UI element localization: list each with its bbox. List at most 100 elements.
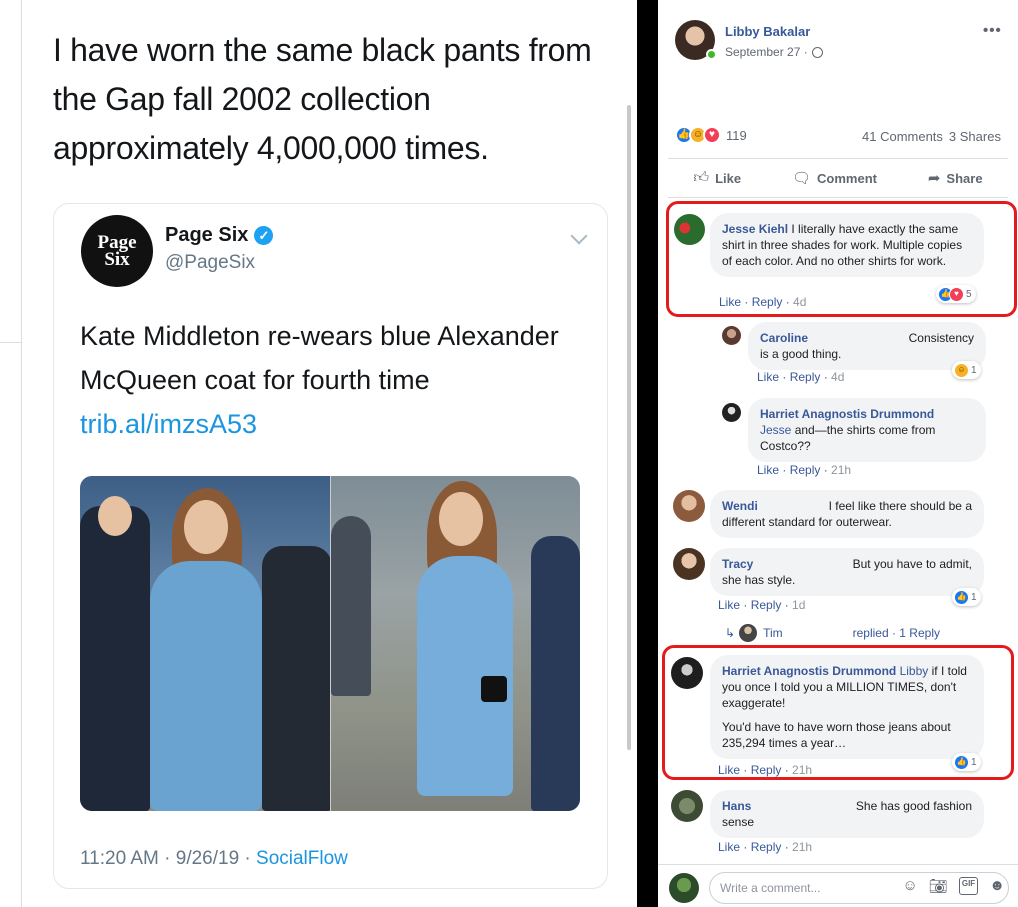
comment-bubble: Harriet Anagnostis Drummond Libby if I t… — [710, 655, 984, 759]
photo-figure-coat — [150, 561, 262, 811]
comment-author[interactable]: Harriet Anagnostis Drummond — [760, 406, 974, 422]
comment-time[interactable]: 21h — [831, 463, 851, 477]
comment-reply-link[interactable]: Reply — [790, 370, 821, 384]
tweet-photo[interactable] — [80, 476, 580, 811]
more-options-icon[interactable]: ••• — [983, 22, 1002, 39]
embedded-tweet[interactable]: Page Six Page Six ✓ @PageSix Kate Middle… — [53, 203, 608, 889]
like-button[interactable]: 👍︎ Like — [693, 169, 741, 187]
verified-icon: ✓ — [254, 226, 274, 245]
chevron-down-icon[interactable] — [570, 227, 588, 245]
photo-clutch — [481, 676, 507, 702]
comment-time[interactable]: 4d — [831, 370, 844, 384]
comment-reactions[interactable]: 👍 1 — [952, 588, 981, 606]
comment-time[interactable]: 21h — [792, 763, 812, 777]
comment-author[interactable]: Hans — [722, 798, 751, 814]
gif-icon[interactable]: GIF — [958, 877, 979, 895]
share-button[interactable]: ➦ Share — [928, 169, 983, 187]
comment-icon: 🗨︎ — [791, 170, 812, 187]
comment-like-link[interactable]: Like — [718, 840, 740, 854]
tweet-body: Kate Middleton re-wears blue Alexander M… — [80, 321, 559, 439]
action-bar: 👍︎ Like 🗨︎ Comment ➦ Share — [668, 158, 1008, 198]
sticker-icon[interactable]: ☻ — [989, 877, 1005, 895]
comment-actions: Like · Reply · 21h — [757, 463, 852, 477]
camera-icon[interactable]: 📷︎ — [929, 877, 948, 895]
tweet-screenshot: I have worn the same black pants from th… — [21, 0, 637, 907]
avatar[interactable] — [722, 326, 741, 345]
comment-actions: Like · Reply · 21h — [718, 840, 813, 854]
comment-text: she has style. — [722, 573, 796, 587]
comment-author[interactable]: Tracy — [722, 556, 753, 572]
reactions-summary[interactable]: 👍 ☺ ♥ 119 — [675, 126, 747, 144]
comment-author[interactable]: Wendi — [722, 498, 758, 514]
share-arrow-icon: ➦ — [927, 170, 941, 187]
comment-time[interactable]: 21h — [792, 840, 812, 854]
avatar[interactable] — [671, 790, 703, 822]
comment-reactions[interactable]: 👍 ♥ 5 — [936, 285, 976, 303]
like-reaction-icon: 👍 — [954, 754, 969, 770]
photo-figure-officer — [80, 506, 150, 811]
divider — [637, 0, 658, 907]
comment-bubble: Harriet Anagnostis Drummond Jesse and—th… — [748, 398, 986, 462]
comment-actions: Like · Reply · 4d — [719, 295, 807, 309]
comments-count-link[interactable]: 41 Comments — [862, 129, 943, 144]
avatar[interactable] — [671, 657, 703, 689]
facebook-post: Libby Bakalar September 27 · ••• 👍 ☺ ♥ 1… — [658, 0, 1018, 907]
love-reaction-icon: ♥ — [949, 286, 964, 302]
comment-text: I feel like there should be a — [828, 499, 972, 513]
comment-like-link[interactable]: Like — [719, 295, 741, 309]
shares-count-link[interactable]: 3 Shares — [949, 129, 1001, 144]
comment-reactions[interactable]: 👍 1 — [952, 753, 981, 771]
comment-reply-link[interactable]: Reply — [790, 463, 821, 477]
comment-bubble: Caroline Consistency is a good thing. — [748, 322, 986, 370]
comment-actions: Like · Reply · 21h — [718, 763, 813, 777]
tweet-author-name: Page Six — [165, 224, 249, 246]
comment-time[interactable]: 4d — [793, 295, 806, 309]
comment-bubble: Tracy But you have to admit, she has styl… — [710, 548, 984, 596]
tweet-meta: 11:20 AM · 9/26/19 · SocialFlow — [80, 848, 348, 869]
comment-like-link[interactable]: Like — [718, 763, 740, 777]
comment-author[interactable]: Harriet Anagnostis Drummond — [722, 664, 896, 678]
avatar[interactable] — [673, 548, 705, 580]
comment-text: You'd have to have worn those jeans abou… — [722, 720, 951, 750]
tweet-author-row: Page Six ✓ — [165, 224, 274, 247]
comment-text: She has good fashion — [855, 799, 972, 813]
comment-composer: Write a comment... ☺ 📷︎ GIF ☻ — [658, 864, 1018, 907]
comment-author[interactable]: Jesse Kiehl — [722, 222, 788, 236]
reaction-count: 119 — [726, 127, 747, 143]
avatar[interactable] — [722, 403, 741, 422]
avatar[interactable] — [673, 490, 705, 522]
comment-mention[interactable]: Jesse — [760, 423, 791, 437]
comment-reply-link[interactable]: Reply — [751, 840, 782, 854]
reply-arrow-icon: ↳ — [725, 626, 736, 640]
quote-text: I have worn the same black pants from th… — [53, 32, 592, 166]
view-replies-link[interactable]: ↳ Tim replied · 1 Reply — [725, 624, 940, 642]
avatar[interactable] — [674, 214, 705, 245]
avatar — [739, 624, 758, 642]
scrollbar[interactable] — [627, 105, 631, 750]
tweet-link[interactable]: trib.al/imzsA53 — [80, 409, 257, 439]
emoji-icon[interactable]: ☺ — [902, 877, 917, 895]
comment-reply-link[interactable]: Reply — [751, 763, 782, 777]
comment-text: But you have to admit, — [852, 557, 972, 571]
post-author[interactable]: Libby Bakalar — [725, 24, 810, 39]
post-date[interactable]: September 27 · — [725, 45, 808, 59]
tweet-source-link[interactable]: SocialFlow — [256, 848, 348, 869]
comment-reply-link[interactable]: Reply — [752, 295, 783, 309]
globe-icon — [811, 46, 823, 58]
comment-text: different standard for outerwear. — [722, 515, 892, 529]
tweet-author-handle: @PageSix — [165, 252, 256, 273]
comment-like-link[interactable]: Like — [757, 370, 779, 384]
comment-reply-link[interactable]: Reply — [751, 598, 782, 612]
comment-button[interactable]: 🗨︎ Comment — [792, 169, 877, 187]
composer-icons: ☺ 📷︎ GIF ☻ — [902, 877, 1005, 895]
comment-like-link[interactable]: Like — [718, 598, 740, 612]
comment-author[interactable]: Caroline — [760, 330, 808, 346]
photo-left-half — [80, 476, 330, 811]
comment-like-link[interactable]: Like — [757, 463, 779, 477]
haha-reaction-icon: ☺ — [954, 362, 969, 378]
comment-reactions[interactable]: ☺ 1 — [952, 361, 981, 379]
comment-mention[interactable]: Libby — [900, 664, 929, 678]
like-reaction-icon: 👍 — [954, 589, 969, 605]
page-six-logo: Page Six — [81, 215, 153, 287]
comment-time[interactable]: 1d — [792, 598, 805, 612]
